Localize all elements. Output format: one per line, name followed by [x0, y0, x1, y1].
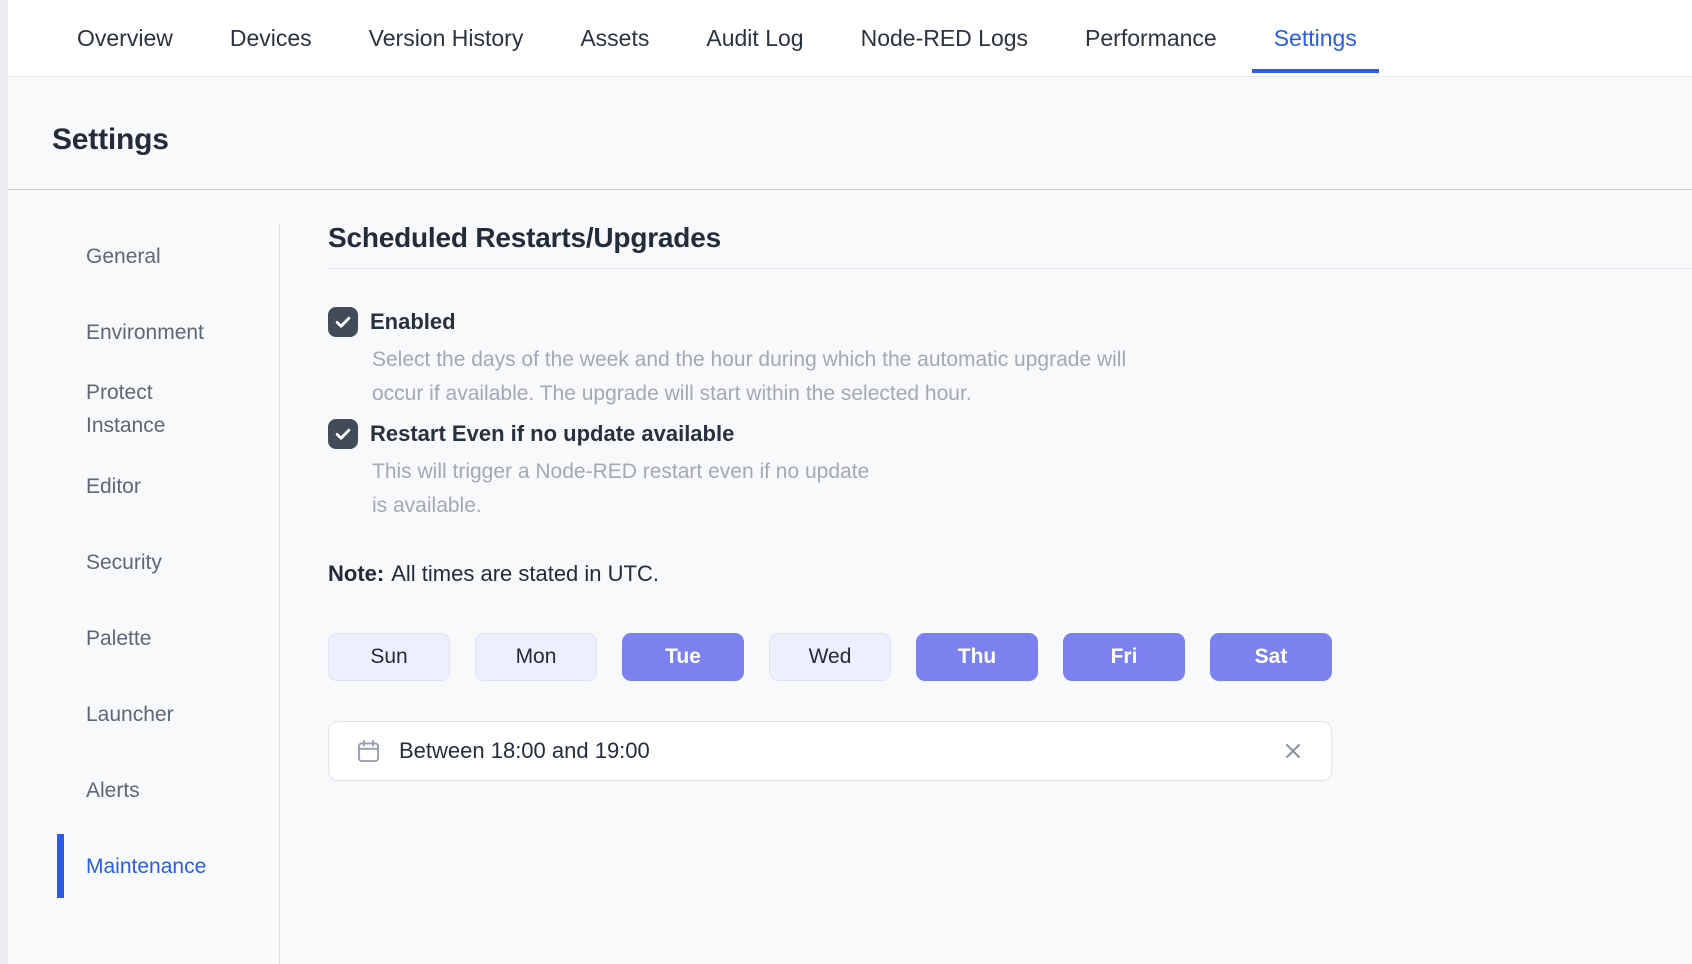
- description-line: is available.: [372, 489, 1692, 523]
- check-icon: [333, 424, 353, 444]
- day-selector: Sun Mon Tue Wed Thu Fri Sat: [328, 633, 1692, 681]
- enabled-checkbox[interactable]: [328, 307, 358, 337]
- sidebar-item-label: Palette: [86, 622, 151, 655]
- calendar-icon: [355, 738, 382, 765]
- sidebar-item-label: Security: [86, 546, 162, 579]
- enabled-option-row: Enabled: [328, 307, 1692, 337]
- tab-version-history[interactable]: Version History: [347, 0, 546, 76]
- day-button-sun[interactable]: Sun: [328, 633, 450, 681]
- description-line: This will trigger a Node-RED restart eve…: [372, 455, 1692, 489]
- time-window-value: Between 18:00 and 19:00: [399, 738, 650, 764]
- clear-time-button[interactable]: [1281, 739, 1305, 763]
- day-button-tue[interactable]: Tue: [622, 633, 744, 681]
- sidebar-item-protect-instance[interactable]: Protect Instance: [57, 376, 279, 442]
- day-button-thu[interactable]: Thu: [916, 633, 1038, 681]
- sidebar-item-label: Alerts: [86, 774, 140, 807]
- sidebar-item-launcher[interactable]: Launcher: [57, 682, 279, 746]
- day-button-sat[interactable]: Sat: [1210, 633, 1332, 681]
- sidebar-item-label: Maintenance: [86, 850, 206, 883]
- instance-tabbar: Overview Devices Version History Assets …: [8, 0, 1692, 77]
- sidebar-item-label: Launcher: [86, 698, 174, 731]
- tab-devices[interactable]: Devices: [208, 0, 334, 76]
- tab-performance[interactable]: Performance: [1063, 0, 1239, 76]
- sidebar-item-label: Editor: [86, 470, 141, 503]
- page-title: Settings: [52, 121, 1692, 159]
- day-button-fri[interactable]: Fri: [1063, 633, 1185, 681]
- note-label: Note:: [328, 561, 384, 586]
- instance-settings-page: Overview Devices Version History Assets …: [8, 0, 1692, 964]
- tab-overview[interactable]: Overview: [55, 0, 195, 76]
- x-icon: [1281, 739, 1305, 763]
- restart-label: Restart Even if no update available: [370, 421, 734, 447]
- section-title: Scheduled Restarts/Upgrades: [328, 220, 1692, 269]
- description-line: occur if available. The upgrade will sta…: [372, 377, 1692, 411]
- day-button-wed[interactable]: Wed: [769, 633, 891, 681]
- description-line: Select the days of the week and the hour…: [372, 343, 1692, 377]
- restart-description: This will trigger a Node-RED restart eve…: [372, 455, 1692, 523]
- enabled-description: Select the days of the week and the hour…: [372, 343, 1692, 411]
- restart-checkbox[interactable]: [328, 419, 358, 449]
- utc-note: Note: All times are stated in UTC.: [328, 559, 1692, 589]
- sidebar-item-environment[interactable]: Environment: [57, 300, 279, 364]
- settings-sidebar: General Environment Protect Instance Edi…: [52, 190, 280, 964]
- tab-audit-log[interactable]: Audit Log: [684, 0, 825, 76]
- sidebar-item-security[interactable]: Security: [57, 530, 279, 594]
- restart-option-row: Restart Even if no update available: [328, 419, 1692, 449]
- maintenance-panel: Scheduled Restarts/Upgrades Enabled Sele…: [280, 190, 1692, 964]
- sidebar-item-label: Protect Instance: [86, 376, 226, 442]
- time-window-input[interactable]: Between 18:00 and 19:00: [328, 721, 1332, 781]
- tab-settings[interactable]: Settings: [1252, 0, 1379, 76]
- tab-node-red-logs[interactable]: Node-RED Logs: [839, 0, 1050, 76]
- sidebar-item-editor[interactable]: Editor: [57, 454, 279, 518]
- page-header: Settings: [8, 77, 1692, 190]
- note-text: All times are stated in UTC.: [391, 561, 659, 586]
- check-icon: [333, 312, 353, 332]
- sidebar-item-general[interactable]: General: [57, 224, 279, 288]
- sidebar-item-palette[interactable]: Palette: [57, 606, 279, 670]
- sidebar-item-maintenance[interactable]: Maintenance: [57, 834, 279, 898]
- sidebar-item-label: Environment: [86, 316, 204, 349]
- tab-assets[interactable]: Assets: [558, 0, 671, 76]
- day-button-mon[interactable]: Mon: [475, 633, 597, 681]
- sidebar-item-label: General: [86, 240, 161, 273]
- sidebar-item-alerts[interactable]: Alerts: [57, 758, 279, 822]
- enabled-label: Enabled: [370, 309, 456, 335]
